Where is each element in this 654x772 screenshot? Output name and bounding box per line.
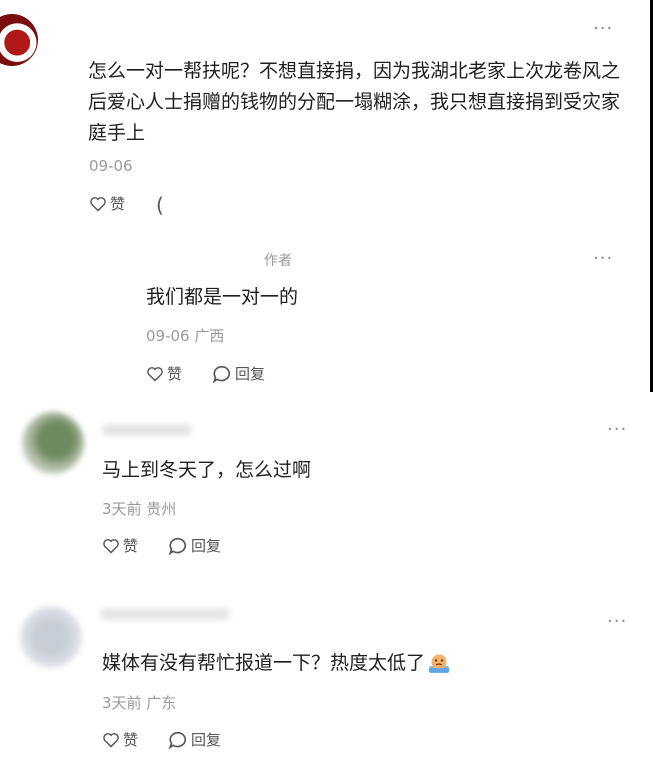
comment-time: 09-06 xyxy=(89,157,133,175)
reply-button[interactable]: ( xyxy=(156,193,164,217)
like-button[interactable]: 赞 xyxy=(102,535,138,556)
crying-emoji-icon xyxy=(427,652,451,674)
comment-time: 3天前 贵州 xyxy=(102,500,177,518)
like-label: 赞 xyxy=(110,195,126,213)
comment-text: 媒体有没有帮忙报道一下？热度太低了 xyxy=(102,649,451,677)
author-badge: 作者 xyxy=(264,253,292,269)
heart-icon xyxy=(103,732,119,748)
heart-icon xyxy=(147,366,163,382)
reply-label: 回复 xyxy=(235,365,266,383)
comment-text: 马上到冬天了，怎么过啊 xyxy=(102,459,312,481)
reply-button[interactable]: 回复 xyxy=(212,363,265,384)
reply-label: 回复 xyxy=(191,731,222,749)
comment-text-content: 媒体有没有帮忙报道一下？热度太低了 xyxy=(102,652,426,674)
reply-text: 我们都是一对一的 xyxy=(146,286,299,308)
like-label: 赞 xyxy=(123,537,139,555)
comment-bubble-icon xyxy=(212,365,231,383)
reply-button[interactable]: 回复 xyxy=(168,729,221,750)
like-button[interactable]: 赞 xyxy=(102,729,138,750)
like-button[interactable]: 赞 xyxy=(89,193,125,214)
more-options-button[interactable]: ··· xyxy=(593,250,613,268)
reply-button[interactable]: 回复 xyxy=(168,535,221,556)
avatar[interactable] xyxy=(22,412,84,474)
reply-label: 回复 xyxy=(191,537,222,555)
comment-time: 3天前 广东 xyxy=(102,694,177,712)
like-button[interactable]: 赞 xyxy=(146,363,182,384)
comment-text: 怎么一对一帮扶呢？不想直接捐，因为我湖北老家上次龙卷风之后爱心人士捐赠的钱物的分… xyxy=(88,60,621,144)
heart-icon xyxy=(90,196,106,212)
like-label: 赞 xyxy=(167,365,183,383)
comment-bubble-icon xyxy=(168,731,187,749)
more-options-button[interactable]: ··· xyxy=(607,613,627,631)
username[interactable] xyxy=(100,608,230,620)
like-label: 赞 xyxy=(123,731,139,749)
avatar[interactable] xyxy=(20,606,82,668)
reply-time: 09-06 广西 xyxy=(146,327,225,345)
more-options-button[interactable]: ··· xyxy=(607,421,627,439)
comment-bubble-icon xyxy=(168,537,187,555)
reply-icon-partial: ( xyxy=(156,193,164,217)
more-options-button[interactable]: ··· xyxy=(593,20,613,38)
avatar[interactable] xyxy=(0,14,38,66)
heart-icon xyxy=(103,538,119,554)
username[interactable] xyxy=(102,424,192,436)
screenshot-edge xyxy=(650,0,653,392)
